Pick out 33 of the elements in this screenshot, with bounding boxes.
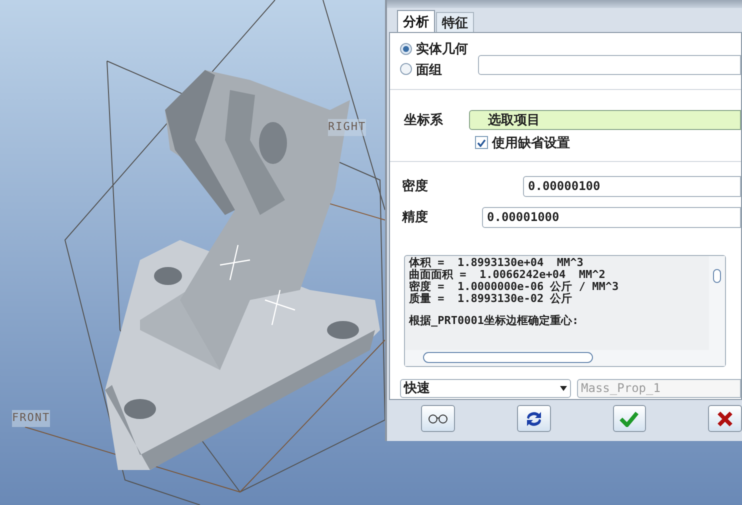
preview-button[interactable] <box>421 405 455 432</box>
density-label: 密度 <box>402 177 428 196</box>
dropdown-caret-icon <box>560 386 567 390</box>
density-field[interactable]: 0.00000100 <box>523 176 741 196</box>
radio-label: 面组 <box>416 60 442 78</box>
coordinate-system-label: 坐标系 <box>404 111 443 130</box>
tab[interactable]: 特征 <box>436 12 474 32</box>
checkbox-label: 使用缺省设置 <box>492 134 570 152</box>
coordinate-system-field[interactable]: 选取项目 <box>469 110 741 130</box>
ok-button[interactable] <box>612 405 646 432</box>
checkmark-icon <box>619 410 640 426</box>
result-line: 根据_PRT0001坐标边框确定重心: <box>409 314 580 326</box>
accuracy-field[interactable]: 0.00001000 <box>482 206 741 228</box>
checkbox[interactable] <box>475 136 488 150</box>
vertical-scrollbar[interactable] <box>709 256 725 350</box>
accuracy-label: 精度 <box>402 208 428 226</box>
glasses-icon <box>426 414 449 424</box>
result-line: 密度 = 1.0000000e-06 公斤 / MM^3 <box>409 280 620 292</box>
repeat-button[interactable] <box>516 405 550 432</box>
result-line: 曲面面积 = 1.0066242e+04 MM^2 <box>409 268 606 280</box>
plane-label: FRONT <box>12 410 50 426</box>
result-line: 质量 = 1.8993130e-02 公斤 <box>409 292 574 304</box>
cancel-button[interactable] <box>708 405 742 432</box>
quilt-field[interactable] <box>478 55 741 75</box>
radio-label: 实体几何 <box>416 40 468 58</box>
radio-button[interactable] <box>400 63 412 76</box>
close-icon <box>717 410 734 426</box>
mode-dropdown[interactable]: 快速 <box>400 378 571 398</box>
radio-button[interactable] <box>400 42 412 55</box>
tab[interactable]: 分析 <box>397 10 435 32</box>
result-line: 体积 = 1.8993130e+04 MM^3 <box>409 256 584 268</box>
plane-label: RIGHT <box>328 119 366 136</box>
horizontal-scrollbar[interactable] <box>405 350 725 366</box>
